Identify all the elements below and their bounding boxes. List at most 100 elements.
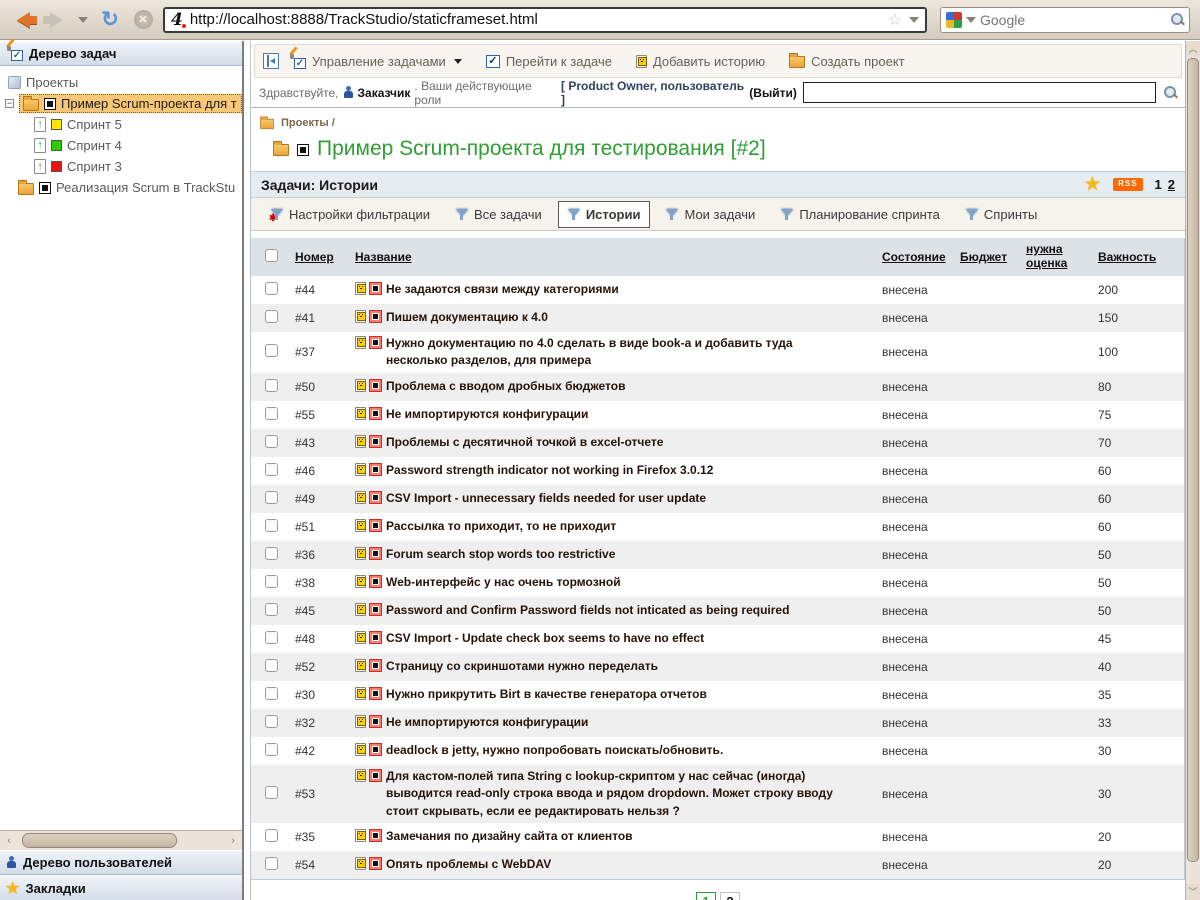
user-name[interactable]: Заказчик	[358, 86, 411, 100]
logout-link[interactable]: (Выйти)	[749, 86, 797, 100]
task-budget	[958, 287, 1024, 293]
row-checkbox[interactable]	[265, 491, 278, 504]
bookmarks-header[interactable]: ★ Закладки	[0, 875, 242, 900]
row-checkbox[interactable]	[265, 575, 278, 588]
col-importance[interactable]: Важность	[1096, 247, 1181, 267]
task-title-link[interactable]: Замечания по дизайну сайта от клиентов	[386, 828, 633, 845]
scrollbar-thumb[interactable]	[1187, 58, 1199, 862]
back-button[interactable]	[10, 8, 36, 32]
collapse-sidebar-icon[interactable]	[263, 53, 279, 69]
task-title-link[interactable]: Password strength indicator not working …	[386, 462, 713, 479]
task-title-link[interactable]: CSV Import - unnecessary fields needed f…	[386, 490, 706, 507]
tree-item-second-project[interactable]: Реализация Scrum в TrackStu	[18, 177, 242, 198]
row-checkbox[interactable]	[265, 519, 278, 532]
row-checkbox[interactable]	[265, 435, 278, 448]
row-checkbox[interactable]	[265, 463, 278, 476]
task-title-link[interactable]: Проблема с вводом дробных бюджетов	[386, 378, 625, 395]
page-1-current[interactable]: 1	[696, 892, 716, 900]
goto-task-button[interactable]: ✓ Перейти к задаче	[486, 54, 612, 69]
task-title-link[interactable]: Forum search stop words too restrictive	[386, 546, 615, 563]
favorite-star-icon[interactable]: ★	[1084, 178, 1101, 191]
add-story-button[interactable]: Добавить историю	[636, 54, 765, 69]
url-bar[interactable]: 4 http://localhost:8888/TrackStudio/stat…	[163, 7, 927, 33]
task-tree-header[interactable]: ✓ Дерево задач	[0, 41, 242, 66]
task-title-link[interactable]: deadlock в jetty, нужно попробовать поис…	[386, 742, 723, 759]
task-title-link[interactable]: Нужно прикрутить Birt в качестве генерат…	[386, 686, 707, 703]
row-checkbox[interactable]	[265, 687, 278, 700]
section-page-2[interactable]: 2	[1168, 177, 1175, 192]
task-title-link[interactable]: Не импортируются конфигурации	[386, 714, 588, 731]
task-title-link[interactable]: Рассылка то приходит, то не приходит	[386, 518, 616, 535]
col-name[interactable]: Название	[353, 247, 880, 267]
col-budget[interactable]: Бюджет	[958, 247, 1024, 267]
page-2-link[interactable]: 2	[720, 892, 740, 900]
filter-tab[interactable]: Истории	[558, 201, 651, 228]
select-all-checkbox[interactable]	[265, 249, 278, 262]
manage-tasks-menu[interactable]: ✓ Управление задачами	[289, 54, 462, 69]
row-checkbox[interactable]	[265, 547, 278, 560]
vertical-scrollbar[interactable]: ︿ ﹀	[1185, 41, 1200, 900]
task-title-link[interactable]: Не импортируются конфигурации	[386, 406, 588, 423]
task-title-link[interactable]: Для кастом-полей типа String с lookup-ск…	[386, 768, 850, 820]
filter-tab[interactable]: ✱Настройки фильтрации	[261, 201, 440, 228]
row-checkbox[interactable]	[265, 786, 278, 799]
task-title-link[interactable]: Не задаются связи между категориями	[386, 281, 619, 298]
row-checkbox[interactable]	[265, 715, 278, 728]
tree-item-selected-project[interactable]: − Пример Scrum-проекта для т	[0, 93, 242, 114]
col-number[interactable]: Номер	[293, 247, 353, 267]
user-tree-header[interactable]: Дерево пользователей	[0, 850, 242, 875]
url-text[interactable]: http://localhost:8888/TrackStudio/static…	[190, 11, 881, 28]
row-checkbox[interactable]	[265, 603, 278, 616]
search-engine-dropdown-icon[interactable]	[966, 17, 976, 23]
task-title-link[interactable]: Нужно документацию по 4.0 сделать в виде…	[386, 335, 850, 370]
bookmark-star-icon[interactable]: ☆	[888, 10, 902, 30]
task-title-link[interactable]: Страницу со скриншотами нужно переделать	[386, 658, 658, 675]
quick-search-input[interactable]	[803, 82, 1157, 103]
task-title-link[interactable]: Password and Confirm Password fields not…	[386, 602, 789, 619]
task-title-link[interactable]: Опять проблемы с WebDAV	[386, 856, 551, 873]
filter-tab[interactable]: Планирование спринта	[771, 201, 950, 228]
task-title-link[interactable]: Пишем документацию к 4.0	[386, 309, 548, 326]
row-checkbox[interactable]	[265, 659, 278, 672]
row-checkbox[interactable]	[265, 379, 278, 392]
stop-button[interactable]: ✕	[130, 8, 156, 32]
sidebar-horizontal-scrollbar[interactable]: ‹ ›	[0, 830, 242, 850]
tree-item-sprint[interactable]: ↑Спринт 5	[34, 114, 242, 135]
scroll-down-icon[interactable]: ﹀	[1186, 884, 1200, 900]
filter-tab[interactable]: Все задачи	[446, 201, 552, 228]
tree-item-projects[interactable]: Проекты	[0, 72, 242, 93]
task-title-link[interactable]: Проблемы с десятичной точкой в excel-отч…	[386, 434, 663, 451]
filter-tab[interactable]: Мои задачи	[656, 201, 765, 228]
row-checkbox[interactable]	[265, 344, 278, 357]
scrollbar-thumb[interactable]	[22, 833, 177, 848]
scroll-up-icon[interactable]: ︿	[1186, 41, 1200, 57]
url-dropdown-icon[interactable]	[909, 17, 919, 23]
task-title-link[interactable]: CSV Import - Update check box seems to h…	[386, 630, 704, 647]
row-checkbox[interactable]	[265, 407, 278, 420]
search-magnifier-icon[interactable]	[1171, 13, 1184, 26]
quick-search-icon[interactable]	[1164, 86, 1177, 99]
scroll-left-icon[interactable]: ‹	[2, 833, 16, 848]
tree-item-sprint[interactable]: ↑Спринт 4	[34, 135, 242, 156]
create-project-button[interactable]: Создать проект	[789, 54, 905, 69]
col-need-estimate[interactable]: нужна оценка	[1024, 240, 1096, 274]
collapse-expander-icon[interactable]: −	[5, 99, 14, 108]
row-checkbox[interactable]	[265, 857, 278, 870]
row-checkbox[interactable]	[265, 282, 278, 295]
task-title-link[interactable]: Web-интерфейс у нас очень тормозной	[386, 574, 621, 591]
row-checkbox[interactable]	[265, 310, 278, 323]
tree-item-sprint[interactable]: ↑Спринт 3	[34, 156, 242, 177]
breadcrumb[interactable]: Проекты /	[251, 108, 1185, 130]
col-state[interactable]: Состояние	[880, 247, 958, 267]
browser-search-box[interactable]	[940, 7, 1190, 33]
row-checkbox[interactable]	[265, 743, 278, 756]
forward-button[interactable]	[43, 8, 69, 32]
browser-search-input[interactable]	[980, 12, 1167, 28]
filter-tab[interactable]: Спринты	[956, 201, 1047, 228]
reload-button[interactable]: ↻	[97, 8, 123, 32]
row-checkbox[interactable]	[265, 631, 278, 644]
row-checkbox[interactable]	[265, 829, 278, 842]
scroll-right-icon[interactable]: ›	[226, 833, 240, 848]
rss-badge[interactable]: RSS	[1113, 178, 1142, 191]
history-dropdown[interactable]	[76, 8, 90, 32]
